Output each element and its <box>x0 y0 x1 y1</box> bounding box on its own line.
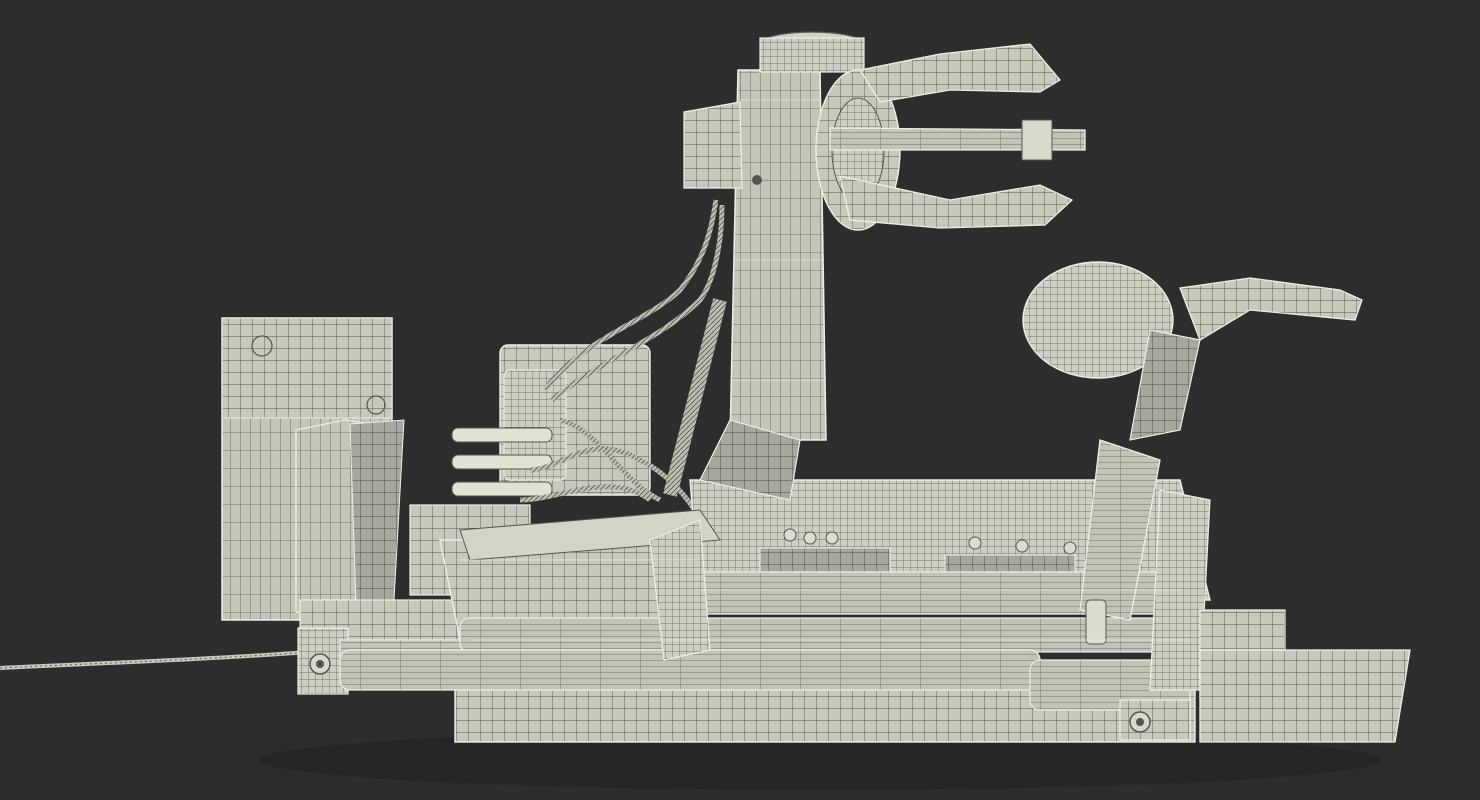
valve-group <box>451 427 553 497</box>
wireframe-render <box>0 31 1411 790</box>
floor-plate <box>1199 609 1411 743</box>
control-cabinet <box>221 317 405 621</box>
gripper-arms <box>829 43 1086 229</box>
